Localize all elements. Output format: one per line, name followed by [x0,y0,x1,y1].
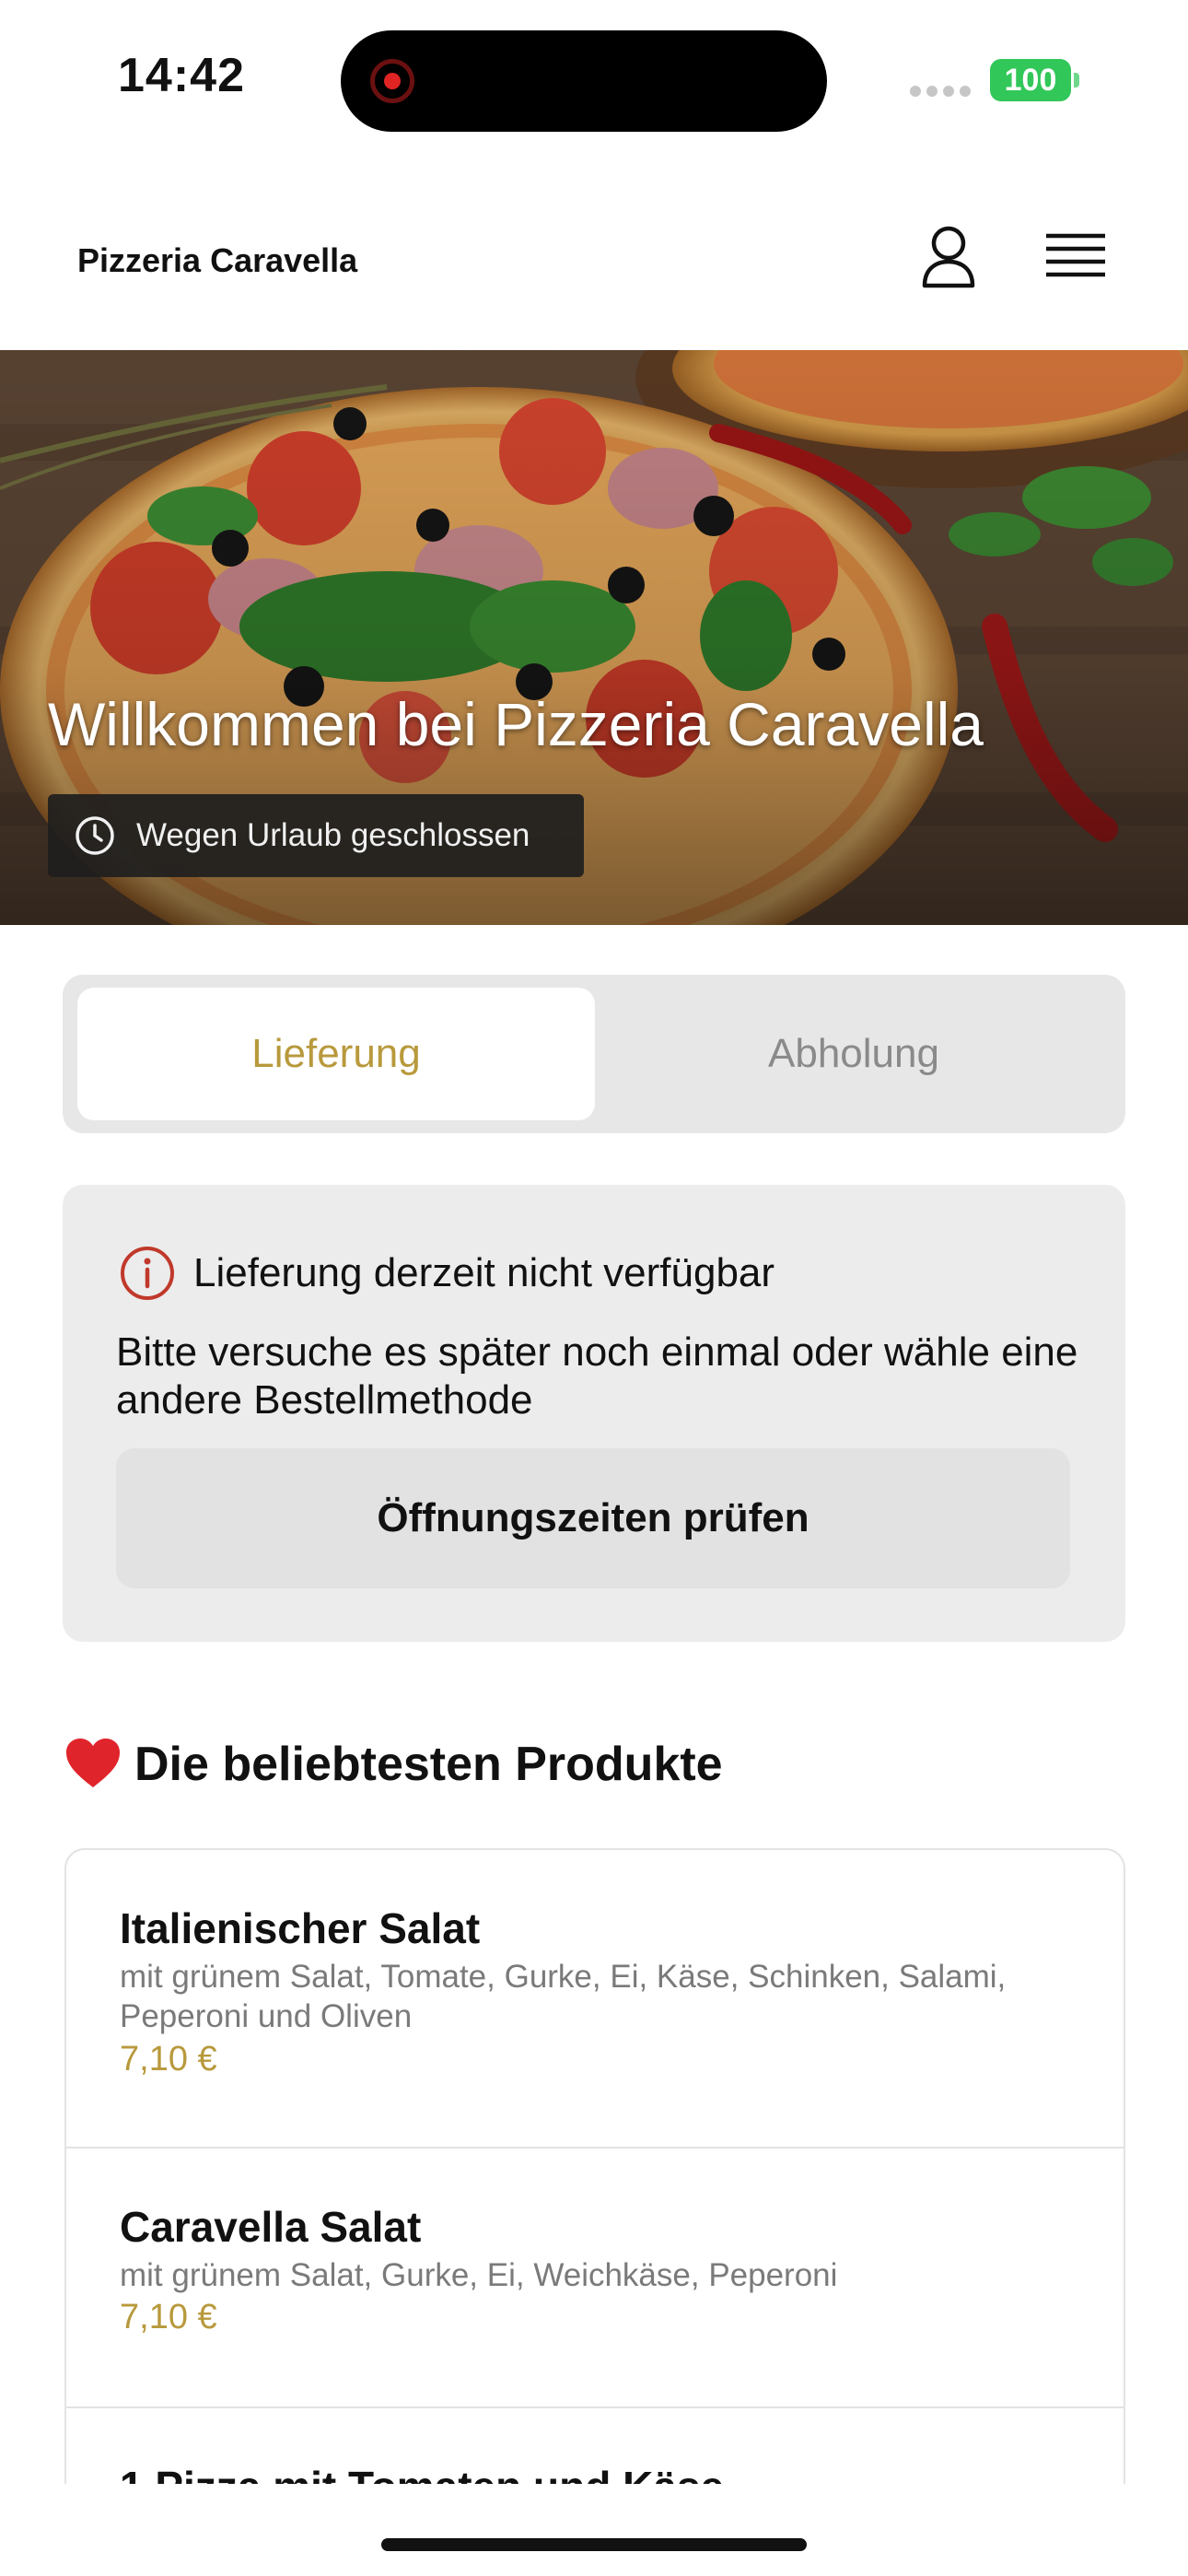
recording-indicator-icon [370,59,414,103]
clock-icon [76,816,114,855]
status-bar: 14:42 100 [0,0,1188,157]
popular-section-header: Die beliebtesten Produkte [64,1736,723,1793]
notice-body: Bitte versuche es später noch einmal ode… [116,1329,1078,1423]
battery-icon: 100 [990,59,1071,101]
heart-icon [66,1739,120,1787]
tab-abholung[interactable]: Abholung [595,988,1112,1120]
status-badge: Wegen Urlaub geschlossen [48,794,584,877]
product-item[interactable]: Caravella Salat mit grünem Salat, Gurke,… [66,2149,1124,2408]
check-opening-hours-button[interactable]: Öffnungszeiten prüfen [116,1448,1070,1588]
hamburger-menu-icon [1046,233,1105,277]
product-price: 7,10 € [120,2298,217,2336]
product-list: Italienischer Salat mit grünem Salat, To… [64,1848,1125,2484]
home-indicator[interactable] [381,2538,807,2551]
product-item[interactable]: 1 Pizza mit Tomaten und Käse [66,2408,1124,2484]
product-name: Italienischer Salat [120,1904,481,1952]
product-name: Caravella Salat [120,2203,422,2251]
product-description: mit grünem Salat, Tomate, Gurke, Ei, Käs… [120,1959,1007,2034]
dynamic-island [341,30,827,132]
hero-banner: Willkommen bei Pizzeria Caravella Wegen … [0,350,1188,925]
tab-lieferung[interactable]: Lieferung [77,988,595,1120]
account-button[interactable] [912,221,985,295]
app-header: Pizzeria Caravella [0,184,1188,350]
delivery-unavailable-card: Lieferung derzeit nicht verfügbar Bitte … [63,1185,1125,1642]
product-item[interactable]: Italienischer Salat mit grünem Salat, To… [66,1850,1124,2149]
signal-icon [910,85,976,101]
product-description: mit grünem Salat, Gurke, Ei, Weichkäse, … [120,2257,838,2293]
user-icon [922,226,975,288]
product-name: 1 Pizza mit Tomaten und Käse [120,2462,724,2484]
section-title: Die beliebtesten Produkte [134,1738,723,1791]
brand-name[interactable]: Pizzeria Caravella [77,241,357,280]
menu-button[interactable] [1039,221,1112,295]
status-badge-label: Wegen Urlaub geschlossen [136,817,530,853]
info-circle-icon [121,1247,174,1300]
notice-title: Lieferung derzeit nicht verfügbar [193,1250,775,1295]
hero-title: Willkommen bei Pizzeria Caravella [48,690,984,758]
battery-tip [1074,73,1079,88]
product-price: 7,10 € [120,2040,217,2078]
notice-header: Lieferung derzeit nicht verfügbar [118,1244,775,1303]
order-mode-toggle: Lieferung Abholung [63,975,1125,1133]
status-time: 14:42 [118,49,245,102]
